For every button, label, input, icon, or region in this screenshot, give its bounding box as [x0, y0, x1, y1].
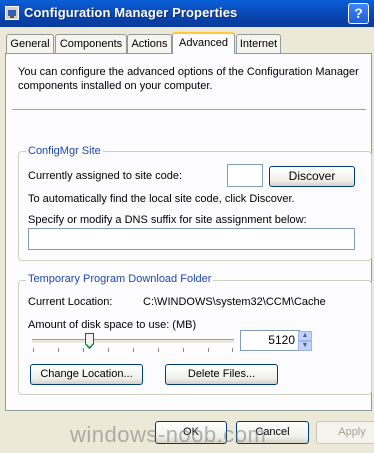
tab-actions[interactable]: Actions	[127, 34, 172, 53]
dns-suffix-label: Specify or modify a DNS suffix for site …	[28, 214, 307, 226]
spin-up-button[interactable]: ▲	[298, 331, 312, 341]
window-title: Configuration Manager Properties	[24, 5, 238, 20]
help-button[interactable]: ?	[348, 3, 369, 24]
current-location-label: Current Location:	[28, 296, 113, 308]
tab-advanced[interactable]: Advanced	[172, 32, 235, 54]
intro-text-line1: You can configure the advanced options o…	[18, 66, 359, 78]
slider-tick	[183, 348, 184, 352]
delete-files-button[interactable]: Delete Files...	[165, 364, 278, 385]
slider-tick	[208, 348, 209, 352]
disk-space-input[interactable]: 5120	[240, 330, 300, 351]
tab-internet[interactable]: Internet	[236, 34, 281, 53]
site-code-input[interactable]	[227, 164, 263, 187]
auto-find-text: To automatically find the local site cod…	[28, 193, 295, 205]
slider-tick	[158, 348, 159, 352]
disk-space-slider-track[interactable]	[32, 339, 234, 344]
apply-button[interactable]: Apply	[316, 421, 374, 444]
site-code-label: Currently assigned to site code:	[28, 170, 183, 182]
download-folder-title: Temporary Program Download Folder	[26, 273, 214, 285]
title-bar[interactable]: Configuration Manager Properties ?	[0, 0, 374, 27]
configmgr-site-title: ConfigMgr Site	[26, 145, 103, 157]
discover-button[interactable]: Discover	[269, 166, 355, 187]
slider-tick	[58, 348, 59, 352]
slider-tick	[83, 348, 84, 352]
watermark: windows-noob.com	[70, 422, 267, 447]
current-location-value: C:\WINDOWS\system32\CCM\Cache	[143, 296, 326, 308]
spin-down-button[interactable]: ▼	[298, 341, 312, 351]
slider-tick	[232, 348, 233, 352]
separator	[12, 109, 366, 111]
slider-tick	[108, 348, 109, 352]
change-location-button[interactable]: Change Location...	[30, 364, 143, 385]
intro-text-line2: components installed on your computer.	[18, 80, 213, 92]
app-icon	[5, 6, 19, 20]
disk-space-label: Amount of disk space to use: (MB)	[28, 319, 197, 331]
dns-suffix-input[interactable]	[28, 228, 355, 250]
tab-components[interactable]: Components	[55, 34, 127, 53]
slider-tick	[133, 348, 134, 352]
tab-general[interactable]: General	[6, 34, 54, 53]
disk-space-slider-thumb[interactable]	[85, 333, 94, 349]
slider-tick	[33, 348, 34, 352]
